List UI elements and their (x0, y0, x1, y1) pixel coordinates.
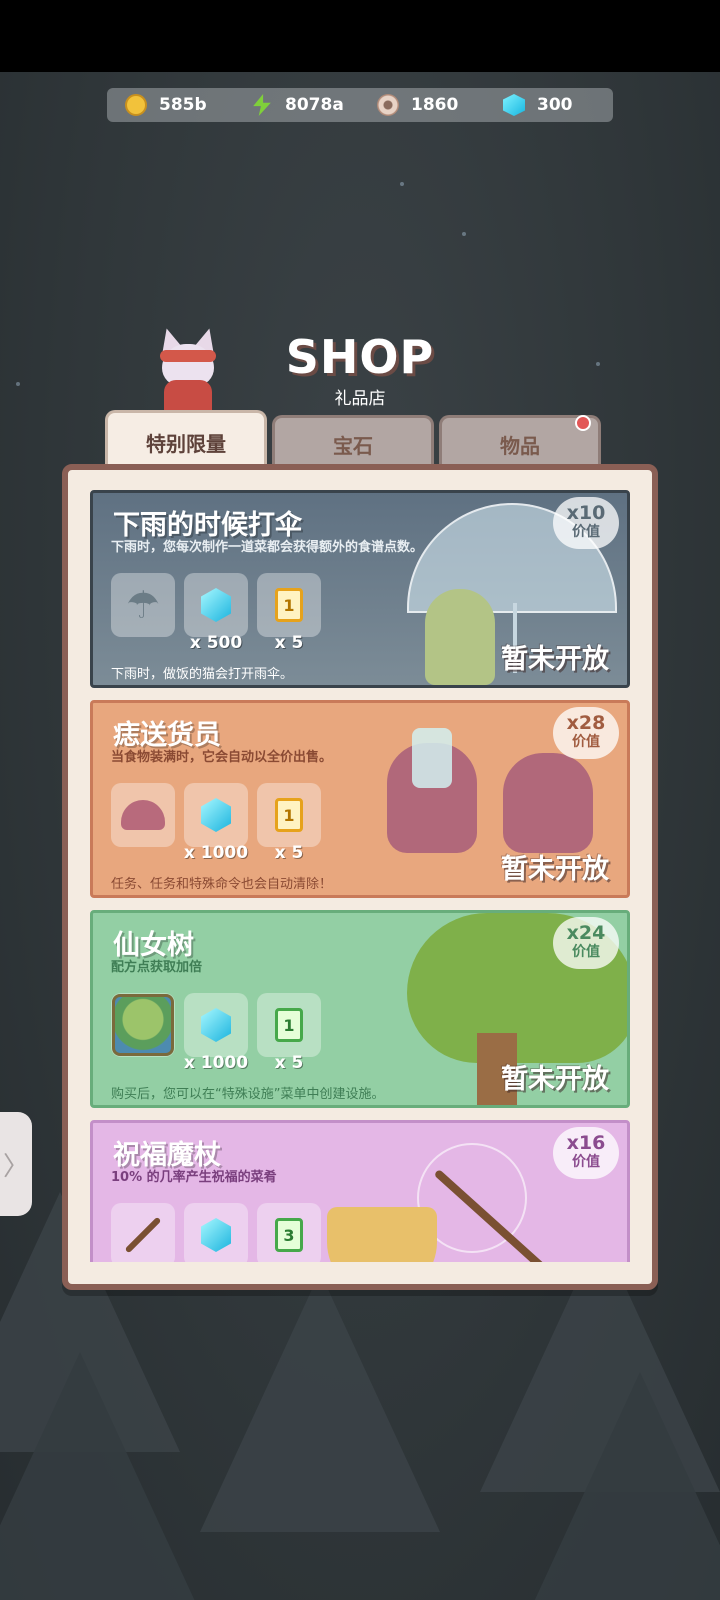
offer-card-blessing-wand[interactable]: 祝福魔杖 10% 的几率产生祝福的菜肴 3 x16 价值 (90, 1120, 630, 1262)
reward-slot (111, 783, 175, 847)
umbrella-icon: ☂ (125, 583, 161, 627)
status-bar (0, 0, 720, 72)
offer-list[interactable]: 下雨的时候打伞 下雨时，您每次制作一道菜都会获得额外的食谱点数。 ☂ x 500… (90, 490, 630, 1262)
offer-name: 仙女树 (113, 930, 194, 961)
gem-icon (201, 588, 231, 622)
value-bubble: x10 价值 (553, 497, 619, 549)
gem-icon (201, 1008, 231, 1042)
offer-name: 痣送货员 (113, 720, 221, 751)
page-subtitle: 礼品店 (334, 389, 386, 409)
reward-qty: x 1000 (183, 843, 249, 863)
green-ticket-icon: 3 (275, 1218, 303, 1252)
side-drawer-handle[interactable]: 〉 (0, 1112, 32, 1216)
offer-description: 下雨时，您每次制作一道菜都会获得额外的食谱点数。 (111, 540, 424, 555)
reward-slot: 1 x 5 (257, 573, 321, 653)
reward-items: 3 (111, 1203, 330, 1262)
offer-note: 任务、任务和特殊命令也会自动清除！ (111, 877, 333, 892)
reward-slot (184, 1203, 248, 1262)
donut-counter: 1860 (359, 94, 485, 116)
reward-slot: 1 x 5 (257, 993, 321, 1073)
offer-card-umbrella[interactable]: 下雨的时候打伞 下雨时，您每次制作一道菜都会获得额外的食谱点数。 ☂ x 500… (90, 490, 630, 688)
reward-qty: x 5 (274, 843, 304, 863)
value-bubble: x28 价值 (553, 707, 619, 759)
fairy-tree-icon (112, 994, 174, 1056)
reward-qty: x 5 (274, 633, 304, 653)
offer-note: 购买后，您可以在“特殊设施”菜单中创建设施。 (111, 1087, 385, 1102)
page-title: SHOP (285, 330, 435, 384)
offer-description: 10% 的几率产生祝福的菜肴 (111, 1170, 277, 1185)
value-bubble: x24 价值 (553, 917, 619, 969)
reward-qty: x 500 (189, 633, 243, 653)
mole-illustration (503, 753, 593, 853)
reward-slot (111, 1203, 175, 1262)
not-available-label: 暂未开放 (501, 1064, 609, 1095)
reward-slot: x 500 (184, 573, 248, 653)
energy-bolt-icon (253, 94, 271, 116)
offer-description: 当食物装满时，它会自动以全价出售。 (111, 750, 333, 765)
coin-icon (125, 94, 147, 116)
not-available-label: 暂未开放 (501, 644, 609, 675)
cereal-bowl-illustration (327, 1207, 437, 1262)
reward-slot: x 1000 (184, 783, 248, 863)
donut-value: 1860 (411, 95, 459, 115)
energy-value: 8078a (285, 95, 344, 115)
gem-icon (201, 798, 231, 832)
gem-icon (503, 94, 525, 116)
magic-wand-icon (124, 1216, 162, 1254)
reward-slot: ☂ (111, 573, 175, 637)
tab-special-limited[interactable]: 特别限量 (105, 410, 267, 472)
offer-card-mole-delivery[interactable]: 痣送货员 当食物装满时，它会自动以全价出售。 x 1000 1 x 5 任务、任… (90, 700, 630, 898)
reward-qty: x 1000 (183, 1053, 249, 1073)
offer-name: 祝福魔杖 (113, 1140, 221, 1171)
gem-icon (201, 1218, 231, 1252)
reward-slot (111, 993, 175, 1057)
gem-value: 300 (537, 95, 573, 115)
value-bubble: x16 价值 (553, 1127, 619, 1179)
offer-description: 配方点获取加倍 (111, 960, 203, 975)
reward-qty: x 5 (274, 1053, 304, 1073)
mole-icon (121, 800, 165, 830)
ticket-icon: 1 (275, 588, 303, 622)
frog-cat-illustration (425, 589, 495, 685)
donut-icon (377, 94, 399, 116)
ticket-icon: 1 (275, 798, 303, 832)
reward-items: x 1000 1 x 5 (111, 993, 330, 1073)
reward-items: x 1000 1 x 5 (111, 783, 330, 863)
resource-bar: 585b 8078a 1860 300 (107, 88, 613, 122)
shop-panel: 下雨的时候打伞 下雨时，您每次制作一道菜都会获得额外的食谱点数。 ☂ x 500… (62, 464, 658, 1290)
reward-slot: 3 (257, 1203, 321, 1262)
green-ticket-icon: 1 (275, 1008, 303, 1042)
offer-card-fairy-tree[interactable]: 仙女树 配方点获取加倍 x 1000 1 x 5 购买后，您可以在“特殊设施”菜… (90, 910, 630, 1108)
not-available-label: 暂未开放 (501, 854, 609, 885)
energy-counter: 8078a (233, 94, 359, 116)
offer-note: 下雨时，做饭的猫会打开雨伞。 (111, 667, 294, 682)
notification-badge (575, 415, 591, 431)
reward-slot: x 1000 (184, 993, 248, 1073)
reward-slot: 1 x 5 (257, 783, 321, 863)
coin-value: 585b (159, 95, 207, 115)
gem-counter: 300 (485, 94, 611, 116)
reward-items: ☂ x 500 1 x 5 (111, 573, 330, 653)
chevron-right-icon: 〉 (2, 1151, 29, 1182)
tab-gems[interactable]: 宝石 (272, 415, 434, 471)
coin-counter: 585b (107, 94, 233, 116)
offer-name: 下雨的时候打伞 (113, 510, 302, 541)
